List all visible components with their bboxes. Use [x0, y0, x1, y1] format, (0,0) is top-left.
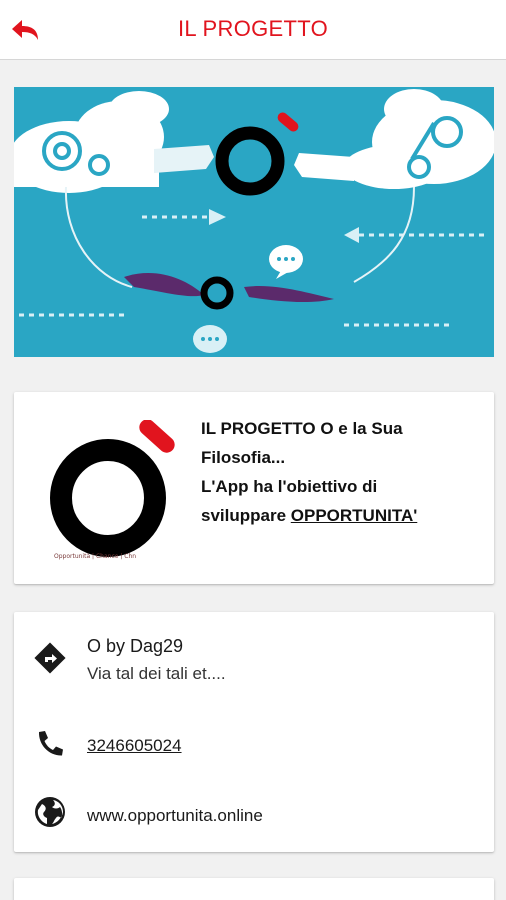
website-link[interactable]: www.opportunita.online	[87, 806, 263, 826]
intro-text: IL PROGETTO O e la Sua Filosofia... L'Ap…	[201, 414, 481, 530]
directions-icon	[34, 642, 66, 674]
website-row[interactable]: www.opportunita.online	[14, 790, 494, 850]
next-card	[14, 878, 494, 900]
opportunita-link[interactable]: OPPORTUNITA'	[291, 506, 418, 525]
page-title: IL PROGETTO	[178, 16, 328, 41]
intro-line-1: IL PROGETTO O e la Sua	[201, 419, 403, 438]
phone-icon	[38, 731, 63, 756]
hero-image	[14, 87, 494, 357]
intro-line-4: sviluppare OPPORTUNITA'	[201, 501, 481, 530]
business-name: O by Dag29	[87, 636, 184, 656]
intro-card: Opportunità | Chance | Chn IL PROGETTO O…	[14, 392, 494, 584]
address-text: Via tal dei tali et....	[87, 664, 226, 683]
phone-number-link[interactable]: 3246605024	[87, 736, 182, 756]
intro-line-2: Filosofia...	[201, 448, 286, 467]
address-row[interactable]: O by Dag29 Via tal dei tali et....	[14, 632, 494, 692]
phone-row[interactable]: 3246605024	[14, 722, 494, 782]
intro-line-4-prefix: sviluppare	[201, 506, 291, 525]
logo-caption: Opportunità | Chance | Chn	[54, 553, 136, 560]
globe-icon	[35, 797, 65, 827]
contact-card: O by Dag29 Via tal dei tali et.... 32466…	[14, 612, 494, 852]
intro-line-3: L'App ha l'obiettivo di	[201, 477, 378, 496]
project-logo: Opportunità | Chance | Chn	[50, 419, 190, 560]
app-bar: IL PROGETTO	[0, 0, 506, 60]
